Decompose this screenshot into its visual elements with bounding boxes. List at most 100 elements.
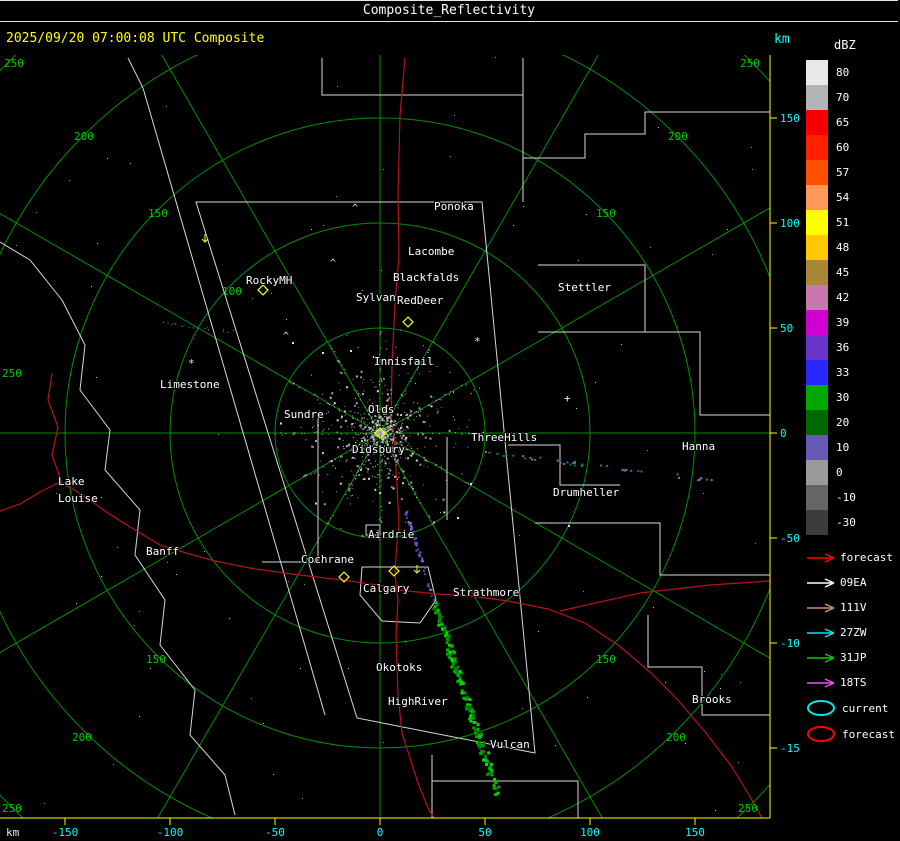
station-marker-icon: + bbox=[564, 392, 571, 405]
municipal-boundary bbox=[432, 780, 579, 818]
legend-level-label: 36 bbox=[836, 341, 850, 354]
city-label: Drumheller bbox=[553, 486, 620, 499]
legend-color-swatch bbox=[806, 210, 828, 235]
right-axis-tick-label: -150 bbox=[780, 742, 800, 755]
city-label: HighRiver bbox=[388, 695, 448, 708]
legend-level-row: 20 bbox=[806, 410, 900, 435]
city-label: Didsbury bbox=[352, 443, 405, 456]
bottom-axis-tick-label: 100 bbox=[580, 826, 600, 839]
legend-track-label: 111V bbox=[840, 601, 867, 614]
legend-level-label: 70 bbox=[836, 91, 850, 104]
legend-level-row: 65 bbox=[806, 110, 900, 135]
track-arrow-icon bbox=[807, 677, 835, 688]
legend-color-swatch bbox=[806, 410, 828, 435]
municipal-boundary bbox=[535, 522, 770, 576]
range-label: 200 bbox=[668, 130, 688, 143]
legend-track-label: forecast bbox=[840, 551, 893, 564]
bottom-axis-tick-label: -150 bbox=[52, 826, 79, 839]
city-label: Sundre bbox=[284, 408, 324, 421]
station-marker-icon: ^ bbox=[352, 203, 358, 214]
legend-level-row: 0 bbox=[806, 460, 900, 485]
range-label: 200 bbox=[666, 731, 686, 744]
city-label: Calgary bbox=[363, 582, 410, 595]
city-label: Cochrane bbox=[301, 553, 354, 566]
legend-level-label: 54 bbox=[836, 191, 850, 204]
legend-track-row: 09EA bbox=[806, 570, 900, 595]
bottom-axis-tick-label: 150 bbox=[685, 826, 705, 839]
range-label: 250 bbox=[738, 802, 758, 815]
bottom-axis-tick-label: -100 bbox=[157, 826, 184, 839]
highway-line bbox=[559, 580, 770, 612]
azimuth-line bbox=[161, 55, 381, 434]
legend-color-swatch bbox=[806, 235, 828, 260]
legend-color-swatch bbox=[806, 460, 828, 485]
legend-level-row: 51 bbox=[806, 210, 900, 235]
city-label: Stettler bbox=[558, 281, 611, 294]
legend-level-label: 65 bbox=[836, 116, 850, 129]
municipal-boundary bbox=[321, 58, 523, 96]
range-label: 150 bbox=[146, 653, 166, 666]
ground-clutter-layer bbox=[16, 57, 756, 811]
legend-level-row: 48 bbox=[806, 235, 900, 260]
legend-level-row: 60 bbox=[806, 135, 900, 160]
azimuth-line bbox=[0, 432, 381, 653]
range-label: 250 bbox=[4, 57, 24, 70]
legend-level-row: 42 bbox=[806, 285, 900, 310]
legend-color-swatch bbox=[806, 310, 828, 335]
right-axis-tick-label: -50 bbox=[780, 532, 800, 545]
right-axis-tick-label: 0 bbox=[780, 427, 787, 440]
legend-ellipse-list: current forecast bbox=[806, 695, 900, 747]
city-label: Innisfail bbox=[374, 355, 434, 368]
legend-color-swatch bbox=[806, 135, 828, 160]
municipal-boundary bbox=[645, 331, 770, 416]
bottom-axis-unit-label: km bbox=[6, 826, 20, 839]
legend-level-label: 33 bbox=[836, 366, 850, 379]
range-label: 150 bbox=[148, 207, 168, 220]
window-title: Composite_Reflectivity bbox=[362, 3, 536, 18]
legend-panel: dBZ 80 70 65 60 57 54 51 48 45 42 39 36 33 30 20 10 0 -10… bbox=[806, 30, 900, 747]
legend-level-label: 30 bbox=[836, 391, 850, 404]
legend-color-swatch bbox=[806, 260, 828, 285]
city-label: Limestone bbox=[160, 378, 220, 391]
legend-unit-label: dBZ bbox=[834, 38, 856, 52]
legend-color-swatch bbox=[806, 285, 828, 310]
right-axis-tick-label: 50 bbox=[780, 322, 793, 335]
city-label: Lake bbox=[58, 475, 85, 488]
legend-track-row: forecast bbox=[806, 545, 900, 570]
azimuth-line bbox=[379, 432, 770, 659]
city-label: Ponoka bbox=[434, 200, 474, 213]
range-label: 250 bbox=[2, 367, 22, 380]
legend-level-row: 80 bbox=[806, 60, 900, 85]
legend-level-row: 30 bbox=[806, 385, 900, 410]
legend-track-label: 27ZW bbox=[840, 626, 867, 639]
track-arrow-icon bbox=[807, 652, 835, 663]
bottom-axis-tick-label: 50 bbox=[478, 826, 491, 839]
track-arrow-icon bbox=[807, 552, 835, 563]
right-axis-tick-label: 150 bbox=[780, 112, 800, 125]
city-label: RockyMH bbox=[246, 274, 292, 287]
legend-ellipse-row: current bbox=[806, 695, 900, 721]
legend-level-row: 10 bbox=[806, 435, 900, 460]
legend-level-label: 0 bbox=[836, 466, 843, 479]
legend-level-row: 54 bbox=[806, 185, 900, 210]
right-axis-tick-label: -100 bbox=[780, 637, 800, 650]
legend-color-swatch bbox=[806, 60, 828, 85]
timestamp-label: 2025/09/20 07:00:08 UTC Composite bbox=[6, 31, 265, 46]
city-label: Airdrie bbox=[368, 528, 414, 541]
echo-streaks bbox=[162, 322, 713, 797]
city-label: Hanna bbox=[682, 440, 715, 453]
legend-level-label: 60 bbox=[836, 141, 850, 154]
legend-ellipse-label: forecast bbox=[842, 727, 895, 741]
radar-map-display[interactable]: 100 150 200 250 150 200 250 250 150 200 250 150 200 2… bbox=[0, 55, 800, 841]
city-label: RedDeer bbox=[397, 294, 444, 307]
range-labels: 100 150 200 250 150 200 250 250 150 200 250 150 200 2… bbox=[2, 57, 760, 815]
bottom-axis-tick-label: 0 bbox=[377, 826, 384, 839]
legend-level-label: 20 bbox=[836, 416, 850, 429]
storm-ellipse-icon bbox=[807, 726, 835, 742]
range-label: 250 bbox=[2, 802, 22, 815]
legend-level-row: -10 bbox=[806, 485, 900, 510]
city-label: Vulcan bbox=[490, 738, 530, 751]
right-axis-unit-label: km bbox=[774, 32, 790, 47]
legend-color-scale: 80 70 65 60 57 54 51 48 45 42 39 36 33 30 20 10 0 -10 -30 bbox=[806, 60, 900, 535]
station-marker-icon: ^ bbox=[330, 258, 336, 269]
